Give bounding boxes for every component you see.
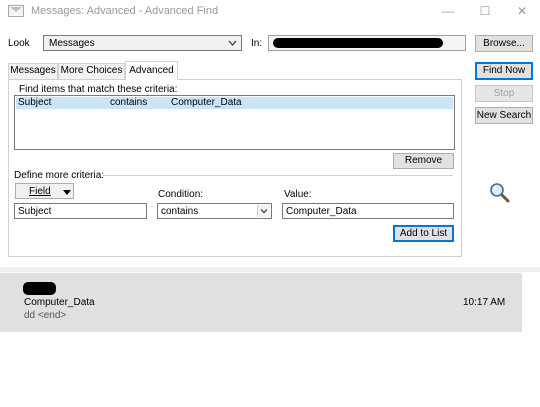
define-heading: Define more criteria: bbox=[14, 170, 105, 181]
result-subject: Computer_Data bbox=[24, 297, 95, 308]
look-value: Messages bbox=[49, 38, 95, 49]
list-item[interactable]: Computer_Data dd <end> 10:17 AM bbox=[0, 273, 522, 332]
app-icon bbox=[8, 5, 24, 17]
value-textbox[interactable]: Computer_Data bbox=[282, 203, 454, 219]
field-button[interactable]: Field bbox=[15, 183, 74, 199]
look-label: Look bbox=[8, 38, 30, 49]
value-textbox-value: Computer_Data bbox=[286, 206, 357, 217]
tab-messages[interactable]: Messages bbox=[8, 63, 58, 79]
value-label: Value: bbox=[284, 189, 312, 200]
find-now-button[interactable]: Find Now bbox=[475, 62, 533, 80]
minimize-button[interactable]: — bbox=[438, 3, 458, 19]
tab-advanced[interactable]: Advanced bbox=[125, 61, 178, 80]
in-field bbox=[268, 35, 466, 51]
field-textbox-value: Subject bbox=[18, 206, 52, 217]
add-to-list-button[interactable]: Add to List bbox=[393, 225, 454, 242]
condition-label: Condition: bbox=[158, 189, 204, 200]
close-button[interactable]: ✕ bbox=[512, 3, 532, 19]
caret-down-icon bbox=[63, 188, 71, 199]
criteria-value: Computer_Data bbox=[171, 97, 242, 108]
result-preview: dd <end> bbox=[24, 310, 67, 321]
divider bbox=[103, 175, 453, 176]
field-textbox[interactable]: Subject bbox=[14, 203, 147, 219]
criteria-heading: Find items that match these criteria: bbox=[19, 84, 178, 95]
window-title: Messages: Advanced - Advanced Find bbox=[31, 5, 219, 17]
chevron-down-icon bbox=[257, 205, 270, 217]
look-dropdown[interactable]: Messages bbox=[43, 35, 242, 51]
tab-more-choices[interactable]: More Choices bbox=[58, 63, 125, 79]
result-time: 10:17 AM bbox=[463, 297, 506, 308]
stop-button[interactable]: Stop bbox=[475, 85, 533, 102]
criteria-list[interactable]: Subject contains Computer_Data bbox=[14, 95, 455, 150]
condition-dropdown-value: contains bbox=[161, 206, 199, 217]
redacted-sender bbox=[23, 282, 56, 295]
magnifier-icon bbox=[489, 182, 511, 204]
condition-dropdown[interactable]: contains bbox=[157, 203, 272, 219]
criteria-field: Subject bbox=[18, 97, 52, 108]
new-search-button[interactable]: New Search bbox=[475, 107, 533, 124]
field-button-label: Field bbox=[29, 186, 51, 197]
remove-button[interactable]: Remove bbox=[393, 153, 454, 169]
in-label: In: bbox=[251, 38, 263, 49]
maximize-button[interactable]: ☐ bbox=[475, 3, 495, 19]
browse-button[interactable]: Browse... bbox=[475, 35, 533, 52]
list-item[interactable]: Subject contains Computer_Data bbox=[16, 97, 453, 109]
redacted-folder-path bbox=[273, 38, 443, 48]
criteria-condition: contains bbox=[110, 97, 148, 108]
chevron-down-icon bbox=[227, 37, 237, 49]
results-header bbox=[0, 267, 540, 272]
